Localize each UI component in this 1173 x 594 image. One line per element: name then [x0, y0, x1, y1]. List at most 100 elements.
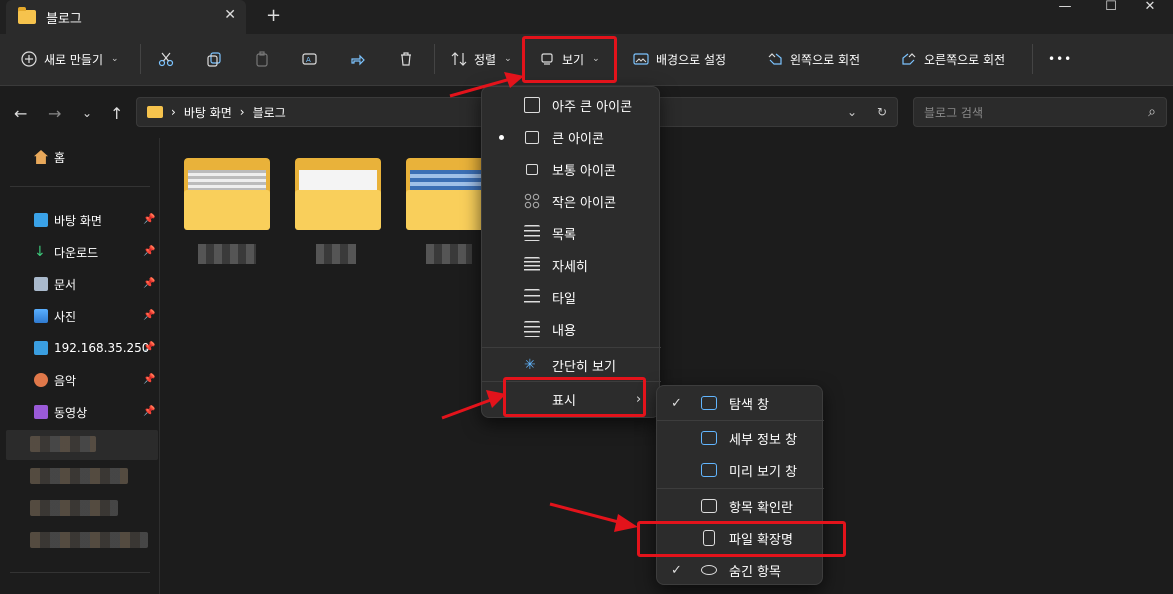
redacted-filename: [316, 244, 356, 264]
navigation-pane-icon: [701, 396, 717, 410]
cut-icon[interactable]: [158, 44, 174, 74]
minimize-button[interactable]: —: [1042, 0, 1088, 14]
pin-icon[interactable]: 📌: [143, 246, 155, 257]
sort-label: 정렬: [474, 52, 497, 67]
details-icon: [524, 257, 540, 273]
tab-close-icon[interactable]: ✕: [224, 7, 236, 23]
pictures-icon: [34, 309, 48, 323]
breadcrumb-separator: ›: [239, 105, 245, 119]
share-icon[interactable]: [350, 44, 366, 74]
sidebar-item-videos[interactable]: 동영상: [34, 401, 87, 423]
search-icon: ⌕: [1148, 104, 1156, 120]
pin-icon[interactable]: 📌: [143, 374, 155, 385]
new-tab-button[interactable]: +: [266, 5, 281, 26]
menu-item-medium-icons[interactable]: 보통 아이콘: [482, 153, 661, 185]
rename-icon[interactable]: A: [302, 44, 318, 74]
folder-front: [184, 190, 270, 230]
folder-item[interactable]: [184, 158, 270, 230]
close-window-button[interactable]: ✕: [1127, 0, 1173, 14]
music-icon: [34, 373, 48, 387]
breadcrumb-desktop[interactable]: 바탕 화면: [184, 104, 232, 121]
sidebar-item-desktop[interactable]: 바탕 화면: [34, 209, 102, 231]
redacted-item[interactable]: [30, 436, 96, 452]
submenu-item-hidden-items[interactable]: ✓ 숨긴 항목: [657, 554, 824, 586]
desktop-icon: [34, 213, 48, 227]
home-icon: [34, 150, 48, 164]
tab-blog[interactable]: 블로그 ✕: [6, 0, 246, 34]
redacted-item[interactable]: [30, 500, 118, 516]
sidebar-item-downloads[interactable]: ↓ 다운로드: [34, 241, 98, 263]
sidebar-item-documents[interactable]: 문서: [34, 273, 76, 295]
back-arrow-icon[interactable]: ←: [14, 104, 27, 123]
copy-icon[interactable]: [206, 44, 222, 74]
sidebar-item-pictures[interactable]: 사진: [34, 305, 76, 327]
divider: [10, 572, 150, 573]
up-arrow-icon[interactable]: ↑: [110, 104, 123, 123]
divider: [10, 186, 150, 187]
menu-item-label: 아주 큰 아이콘: [552, 99, 633, 115]
set-background-button[interactable]: 배경으로 설정: [632, 44, 726, 74]
folder-icon: [18, 7, 36, 24]
redacted-item[interactable]: [30, 532, 148, 548]
rotate-left-button[interactable]: 왼쪽으로 회전: [766, 44, 860, 74]
menu-item-small-icons[interactable]: 작은 아이콘: [482, 185, 661, 217]
sidebar-item-home[interactable]: 홈: [34, 146, 65, 168]
submenu-item-item-checkboxes[interactable]: 항목 확인란: [657, 490, 824, 522]
new-button[interactable]: 새로 만들기 ⌄: [20, 44, 119, 74]
paste-icon[interactable]: [254, 44, 270, 74]
refresh-icon[interactable]: ↻: [877, 105, 887, 119]
chevron-down-icon: ⌄: [111, 54, 119, 64]
recent-chevron-icon[interactable]: ⌄: [82, 106, 92, 120]
redacted-filename: [426, 244, 472, 264]
pin-icon[interactable]: 📌: [143, 342, 155, 353]
folder-icon: [147, 106, 163, 118]
menu-item-large-icons[interactable]: 큰 아이콘: [482, 121, 661, 153]
redacted-item[interactable]: [30, 468, 128, 484]
title-bar: 블로그 ✕ + — ☐ ✕: [0, 0, 1173, 34]
divider: [482, 347, 661, 348]
view-menu: 아주 큰 아이콘 큰 아이콘 보통 아이콘 작은 아이콘 목록 자세히 타일 내…: [481, 86, 661, 418]
more-options-icon[interactable]: •••: [1048, 44, 1072, 74]
folder-item[interactable]: [295, 158, 381, 230]
submenu-item-navigation-pane[interactable]: ✓ 탐색 창: [657, 387, 824, 419]
divider: [434, 44, 435, 74]
checkmark-icon: ✓: [671, 562, 682, 578]
set-background-label: 배경으로 설정: [656, 52, 727, 67]
redacted-filename: [198, 244, 256, 264]
folder-front: [295, 190, 381, 230]
search-placeholder: 블로그 검색: [924, 105, 984, 120]
address-dropdown-icon[interactable]: ⌄: [847, 105, 857, 119]
pin-icon[interactable]: 📌: [143, 310, 155, 321]
pin-icon[interactable]: 📌: [143, 406, 155, 417]
sidebar-item-network[interactable]: 192.168.35.250: [34, 337, 149, 359]
forward-arrow-icon[interactable]: →: [48, 104, 61, 123]
menu-item-tiles[interactable]: 타일: [482, 281, 661, 313]
selected-dot-icon: [499, 134, 504, 140]
submenu-item-details-pane[interactable]: 세부 정보 창: [657, 422, 824, 454]
menu-item-details[interactable]: 자세히: [482, 249, 661, 281]
sidebar-item-label: 사진: [54, 309, 77, 324]
menu-item-list[interactable]: 목록: [482, 217, 661, 249]
rotate-right-icon: [900, 50, 918, 68]
sidebar-item-music[interactable]: 음악: [34, 369, 76, 391]
network-drive-icon: [34, 341, 48, 355]
pin-icon[interactable]: 📌: [143, 278, 155, 289]
pin-icon[interactable]: 📌: [143, 214, 155, 225]
menu-item-label: 간단히 보기: [552, 359, 616, 375]
tiles-icon: [524, 289, 540, 305]
rotate-right-button[interactable]: 오른쪽으로 회전: [900, 44, 1005, 74]
breadcrumb-blog[interactable]: 블로그: [253, 104, 286, 121]
divider: [1032, 44, 1033, 74]
list-icon: [524, 225, 540, 241]
delete-icon[interactable]: [398, 44, 414, 74]
chevron-down-icon: ⌄: [504, 54, 512, 64]
navigation-pane: 홈 바탕 화면 📌 ↓ 다운로드 📌 문서 📌 사진 📌 192.168.35.…: [0, 138, 160, 594]
checkbox-icon: [701, 499, 717, 513]
menu-item-content[interactable]: 내용: [482, 313, 661, 345]
submenu-item-preview-pane[interactable]: 미리 보기 창: [657, 454, 824, 486]
breadcrumb-separator: ›: [171, 105, 176, 119]
search-input[interactable]: 블로그 검색 ⌕: [913, 97, 1167, 127]
menu-item-label: 작은 아이콘: [552, 195, 616, 211]
folder-item[interactable]: [406, 158, 482, 230]
checkmark-icon: ✓: [671, 395, 682, 411]
